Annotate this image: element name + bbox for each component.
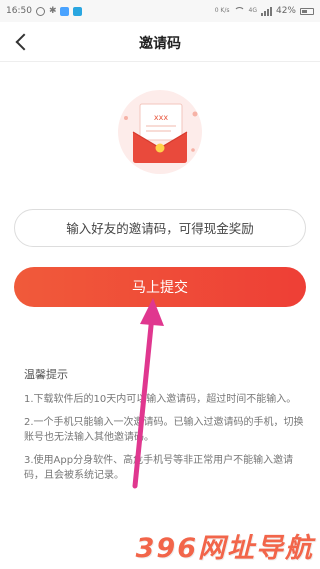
- app-notification-icon-2: [73, 6, 83, 16]
- app-header: 邀请码: [0, 22, 320, 62]
- network-type: 4G: [248, 7, 257, 14]
- wifi-icon: [233, 7, 245, 15]
- status-left: 16:50 ✱: [6, 5, 83, 16]
- bluetooth-icon: ✱: [48, 5, 57, 16]
- red-envelope-illustration: xxx: [111, 88, 209, 176]
- page-title: 邀请码: [139, 36, 181, 52]
- battery-percent: 42%: [275, 6, 296, 16]
- envelope-icon: xxx: [118, 90, 202, 174]
- invite-code-input[interactable]: [14, 209, 306, 247]
- battery-icon: [300, 7, 314, 15]
- network-speed: 0 K/s: [214, 7, 230, 14]
- status-time: 16:50: [6, 6, 32, 16]
- app-notification-icon: [60, 6, 70, 16]
- status-bar: 16:50 ✱ 0 K/s 4G 42%: [0, 0, 320, 22]
- envelope-text: xxx: [154, 113, 168, 122]
- alarm-icon: [35, 6, 45, 16]
- signal-icon: [260, 6, 272, 16]
- watermark-logo: 396网址导航: [135, 533, 314, 564]
- status-right: 0 K/s 4G 42%: [215, 6, 314, 16]
- annotation-arrow-icon: [132, 298, 164, 489]
